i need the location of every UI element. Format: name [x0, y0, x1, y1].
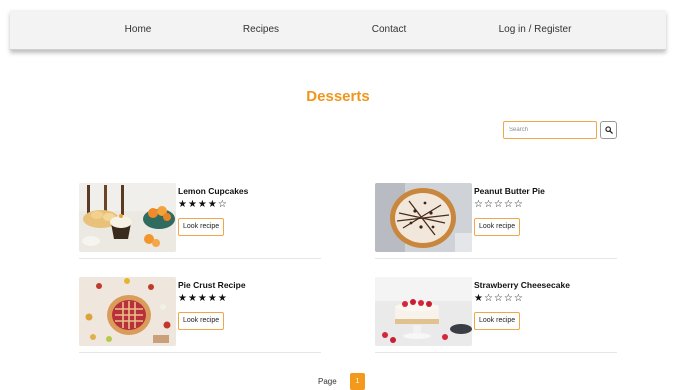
rating-stars: ★☆☆☆☆	[474, 293, 524, 304]
page-number-button[interactable]: 1	[350, 373, 365, 390]
look-recipe-button[interactable]: Look recipe	[474, 218, 521, 236]
search-button[interactable]	[600, 121, 617, 139]
recipe-title[interactable]: Peanut Butter Pie	[474, 186, 545, 196]
recipe-card-pie-crust: Pie Crust Recipe ★★★★★ Look recipe	[79, 277, 321, 353]
rating-stars: ★★★★☆	[178, 199, 228, 210]
nav-link-recipes[interactable]: Recipes	[243, 10, 279, 50]
rating-stars: ★★★★★	[178, 293, 228, 304]
page-title: Desserts	[306, 88, 370, 105]
recipe-image-pie-crust	[79, 277, 176, 346]
recipe-title[interactable]: Lemon Cupcakes	[178, 186, 248, 196]
recipe-card-lemon-cupcakes: Lemon Cupcakes ★★★★☆ Look recipe	[79, 183, 321, 259]
recipe-image-strawberry-cheesecake	[375, 277, 472, 346]
search-input[interactable]	[503, 121, 597, 139]
recipe-image-lemon-cupcakes	[79, 183, 176, 252]
recipe-title[interactable]: Strawberry Cheesecake	[474, 280, 570, 290]
recipe-title[interactable]: Pie Crust Recipe	[178, 280, 246, 290]
rating-stars: ☆☆☆☆☆	[474, 199, 524, 210]
recipe-image-peanut-butter-pie	[375, 183, 472, 252]
look-recipe-button[interactable]: Look recipe	[474, 312, 521, 330]
nav-link-login-register[interactable]: Log in / Register	[499, 10, 572, 50]
look-recipe-button[interactable]: Look recipe	[178, 218, 225, 236]
recipe-card-strawberry-cheesecake: Strawberry Cheesecake ★☆☆☆☆ Look recipe	[375, 277, 617, 353]
nav-link-home[interactable]: Home	[125, 10, 152, 50]
look-recipe-button[interactable]: Look recipe	[178, 312, 225, 330]
search-icon	[604, 126, 613, 134]
pagination-label: Page	[318, 377, 337, 386]
recipe-card-peanut-butter-pie: Peanut Butter Pie ☆☆☆☆☆ Look recipe	[375, 183, 617, 259]
top-navbar: Home Recipes Contact Log in / Register	[10, 10, 666, 50]
nav-link-contact[interactable]: Contact	[372, 10, 406, 50]
